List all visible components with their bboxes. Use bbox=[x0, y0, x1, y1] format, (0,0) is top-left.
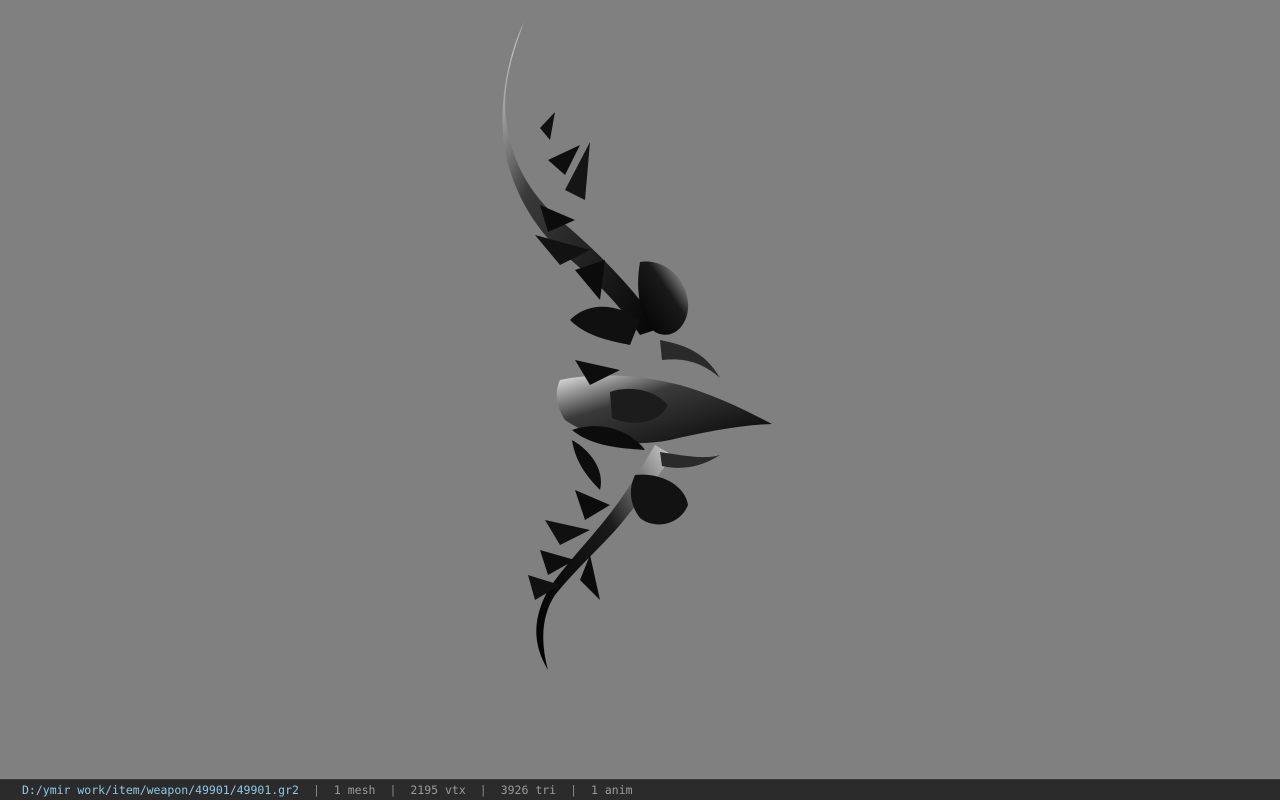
status-separator: | bbox=[312, 783, 320, 797]
vertex-count: 2195 vtx bbox=[410, 783, 466, 797]
bow-upper-limb bbox=[502, 22, 720, 378]
triangle-count: 3926 tri bbox=[500, 783, 557, 797]
3d-viewport[interactable] bbox=[0, 0, 1280, 779]
status-separator: | bbox=[479, 783, 487, 797]
status-separator: | bbox=[389, 783, 397, 797]
bow-model[interactable] bbox=[0, 0, 1280, 779]
bow-grip bbox=[556, 360, 772, 450]
file-path: D:/ymir work/item/weapon/49901/49901.gr2 bbox=[22, 783, 299, 797]
mesh-count: 1 mesh bbox=[333, 783, 376, 797]
bow-lower-limb bbox=[528, 440, 720, 670]
status-bar: D:/ymir work/item/weapon/49901/49901.gr2… bbox=[0, 779, 1280, 800]
status-separator: | bbox=[570, 783, 578, 797]
anim-count: 1 anim bbox=[591, 783, 633, 797]
